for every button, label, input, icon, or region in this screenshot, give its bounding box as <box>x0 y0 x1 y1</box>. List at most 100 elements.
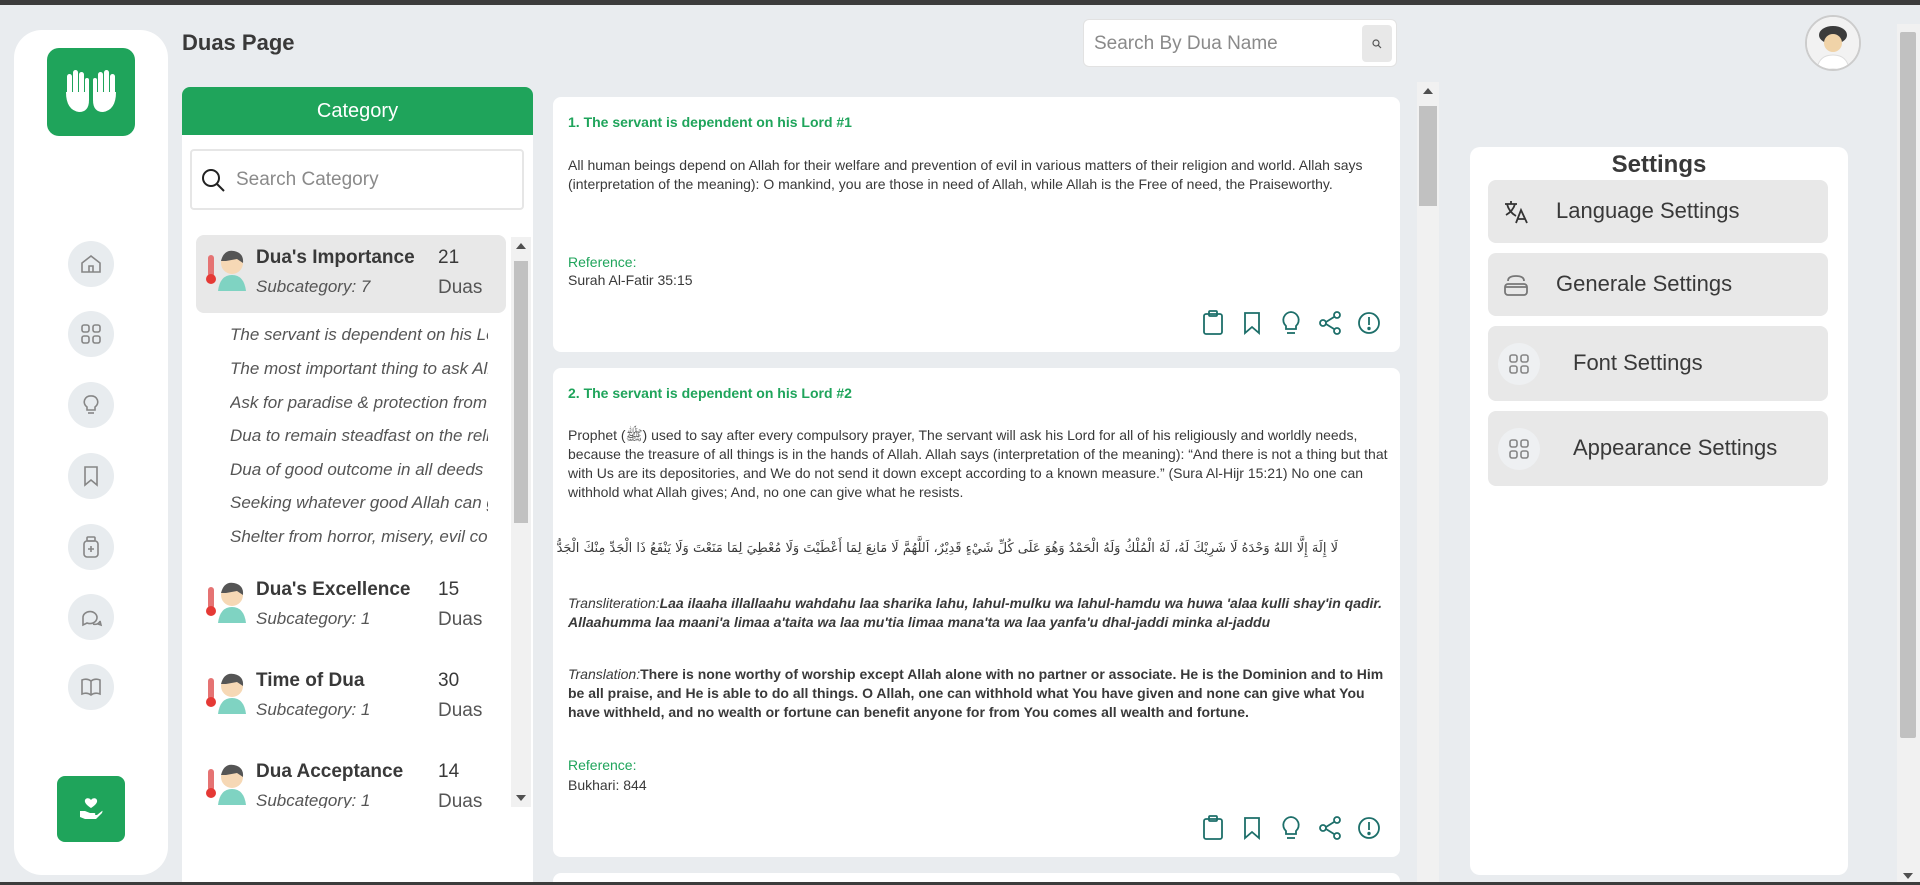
lightbulb-icon <box>83 395 99 414</box>
dua-title: 1. The servant is dependent on his Lord … <box>568 114 852 130</box>
subcategory-item[interactable]: Dua to remain steadfast on the religion <box>230 426 488 446</box>
memorize-button[interactable] <box>1277 814 1304 841</box>
subcategory-item[interactable]: Dua of good outcome in all deeds <box>230 460 488 480</box>
window-top-border <box>0 0 1920 5</box>
lightbulb-icon <box>1281 815 1300 839</box>
category-panel-footer <box>182 808 511 885</box>
category-name: Dua Acceptance <box>256 761 404 782</box>
support-button[interactable] <box>57 776 125 842</box>
nav-categories[interactable] <box>68 311 114 357</box>
category-search-input[interactable] <box>236 165 506 195</box>
copy-icon <box>1202 814 1223 840</box>
chat-icon <box>82 610 103 627</box>
category-search-box <box>190 149 524 210</box>
memorize-button[interactable] <box>1277 309 1304 336</box>
category-dua-unit: Duas <box>438 609 483 630</box>
category-thumbnail-icon <box>206 582 246 623</box>
general-icon <box>1502 271 1530 299</box>
logo[interactable] <box>47 48 135 136</box>
copy-button[interactable] <box>1199 309 1226 336</box>
bookmark-icon <box>1243 816 1260 840</box>
appearance-settings-button[interactable]: Appearance Settings <box>1488 411 1828 486</box>
font-settings-button[interactable]: Font Settings <box>1488 326 1828 401</box>
dua-arabic: لَا إِلَهَ إِلَّا اللهُ وَحْدَهُ لَا شَر… <box>556 541 1338 556</box>
page-title: Duas Page <box>182 30 295 55</box>
category-item-time-of-dua[interactable]: Time of Dua Subcategory: 1 30 Duas <box>196 658 506 736</box>
category-thumbnail-icon <box>206 250 246 291</box>
settings-title: Settings <box>1611 151 1707 178</box>
category-scrollbar[interactable] <box>511 237 531 807</box>
home-icon <box>81 254 101 273</box>
category-item-duas-importance[interactable]: Dua's Importance Subcategory: 7 21 Duas <box>196 235 506 313</box>
reference-label: Reference: <box>568 254 637 270</box>
category-thumbnail-icon <box>206 764 246 805</box>
bookmark-button[interactable] <box>1238 814 1265 841</box>
category-dua-unit: Duas <box>438 277 483 298</box>
category-item-duas-excellence[interactable]: Dua's Excellence Subcategory: 1 15 Duas <box>196 567 506 645</box>
bookmark-button[interactable] <box>1238 309 1265 336</box>
category-name: Dua's Excellence <box>256 579 411 600</box>
scroll-down-arrow-icon[interactable] <box>1903 873 1913 879</box>
transliteration-label: Transliteration: <box>568 595 660 611</box>
category-dua-unit: Duas <box>438 700 483 721</box>
category-dua-count: 15 <box>438 579 460 600</box>
medicine-bottle-icon <box>83 536 99 558</box>
scroll-thumb[interactable] <box>1900 32 1916 738</box>
share-button[interactable] <box>1316 309 1343 336</box>
search-icon <box>202 169 225 192</box>
scroll-down-arrow-icon[interactable] <box>516 795 526 801</box>
subcategory-item[interactable]: The most important thing to ask Allah fo… <box>230 359 488 379</box>
reference-value: Surah Al-Fatir 35:15 <box>568 272 693 288</box>
report-button[interactable] <box>1355 309 1382 336</box>
dua-list-scrollbar[interactable] <box>1417 82 1439 885</box>
share-icon <box>1318 310 1341 335</box>
nav-books[interactable] <box>68 664 114 710</box>
category-subcount: Subcategory: 7 <box>256 277 371 296</box>
language-settings-button[interactable]: Language Settings <box>1488 180 1828 243</box>
search-icon <box>1372 38 1382 48</box>
copy-icon <box>1202 309 1223 335</box>
nav-bookmarks[interactable] <box>68 453 114 499</box>
reference-label: Reference: <box>568 757 637 773</box>
subcategory-item[interactable]: Ask for paradise & protection from fire <box>230 393 488 413</box>
category-list: Dua's Importance Subcategory: 7 21 Duas … <box>182 235 533 885</box>
settings-item-label: Appearance Settings <box>1573 435 1778 460</box>
grid-icon <box>1498 428 1540 470</box>
settings-item-label: Generale Settings <box>1556 271 1733 296</box>
translation-text: There is none worthy of worship except A… <box>568 666 1384 720</box>
dua-title: 2. The servant is dependent on his Lord … <box>568 385 852 401</box>
scroll-up-arrow-icon[interactable] <box>1423 88 1433 94</box>
share-button[interactable] <box>1316 814 1343 841</box>
scroll-thumb[interactable] <box>1419 106 1437 206</box>
subcategory-item[interactable]: Shelter from horror, misery, evil conseq… <box>230 527 488 547</box>
bookmark-icon <box>84 466 98 487</box>
page-scrollbar[interactable] <box>1897 24 1920 885</box>
dua-search-box <box>1083 19 1397 67</box>
book-icon <box>81 678 101 696</box>
bookmark-icon <box>1243 311 1260 335</box>
dua-search-input[interactable] <box>1094 30 1344 58</box>
translation-label: Translation: <box>568 666 641 682</box>
category-thumbnail-icon <box>206 673 246 714</box>
nav-home[interactable] <box>68 241 114 287</box>
report-button[interactable] <box>1355 814 1382 841</box>
dua-body: All human beings depend on Allah for the… <box>568 157 1363 192</box>
settings-item-label: Font Settings <box>1573 350 1703 375</box>
avatar[interactable] <box>1805 15 1861 71</box>
dua-actions <box>1199 814 1382 841</box>
nav-memorize[interactable] <box>68 382 114 428</box>
settings-item-label: Language Settings <box>1556 198 1740 223</box>
copy-button[interactable] <box>1199 814 1226 841</box>
nav-qa[interactable] <box>68 594 114 640</box>
general-settings-button[interactable]: Generale Settings <box>1488 253 1828 316</box>
scroll-thumb[interactable] <box>514 261 528 523</box>
search-button[interactable] <box>1362 25 1392 62</box>
subcategory-item[interactable]: The servant is dependent on his Lord <box>230 325 488 345</box>
nav-ruqyah[interactable] <box>68 524 114 570</box>
category-subcount: Subcategory: 1 <box>256 700 371 719</box>
category-name: Time of Dua <box>256 670 365 691</box>
dua-card: 2. The servant is dependent on his Lord … <box>553 368 1400 857</box>
scroll-up-arrow-icon[interactable] <box>516 243 526 249</box>
user-profile-icon <box>1807 17 1859 69</box>
subcategory-item[interactable]: Seeking whatever good Allah can give <box>230 493 488 513</box>
